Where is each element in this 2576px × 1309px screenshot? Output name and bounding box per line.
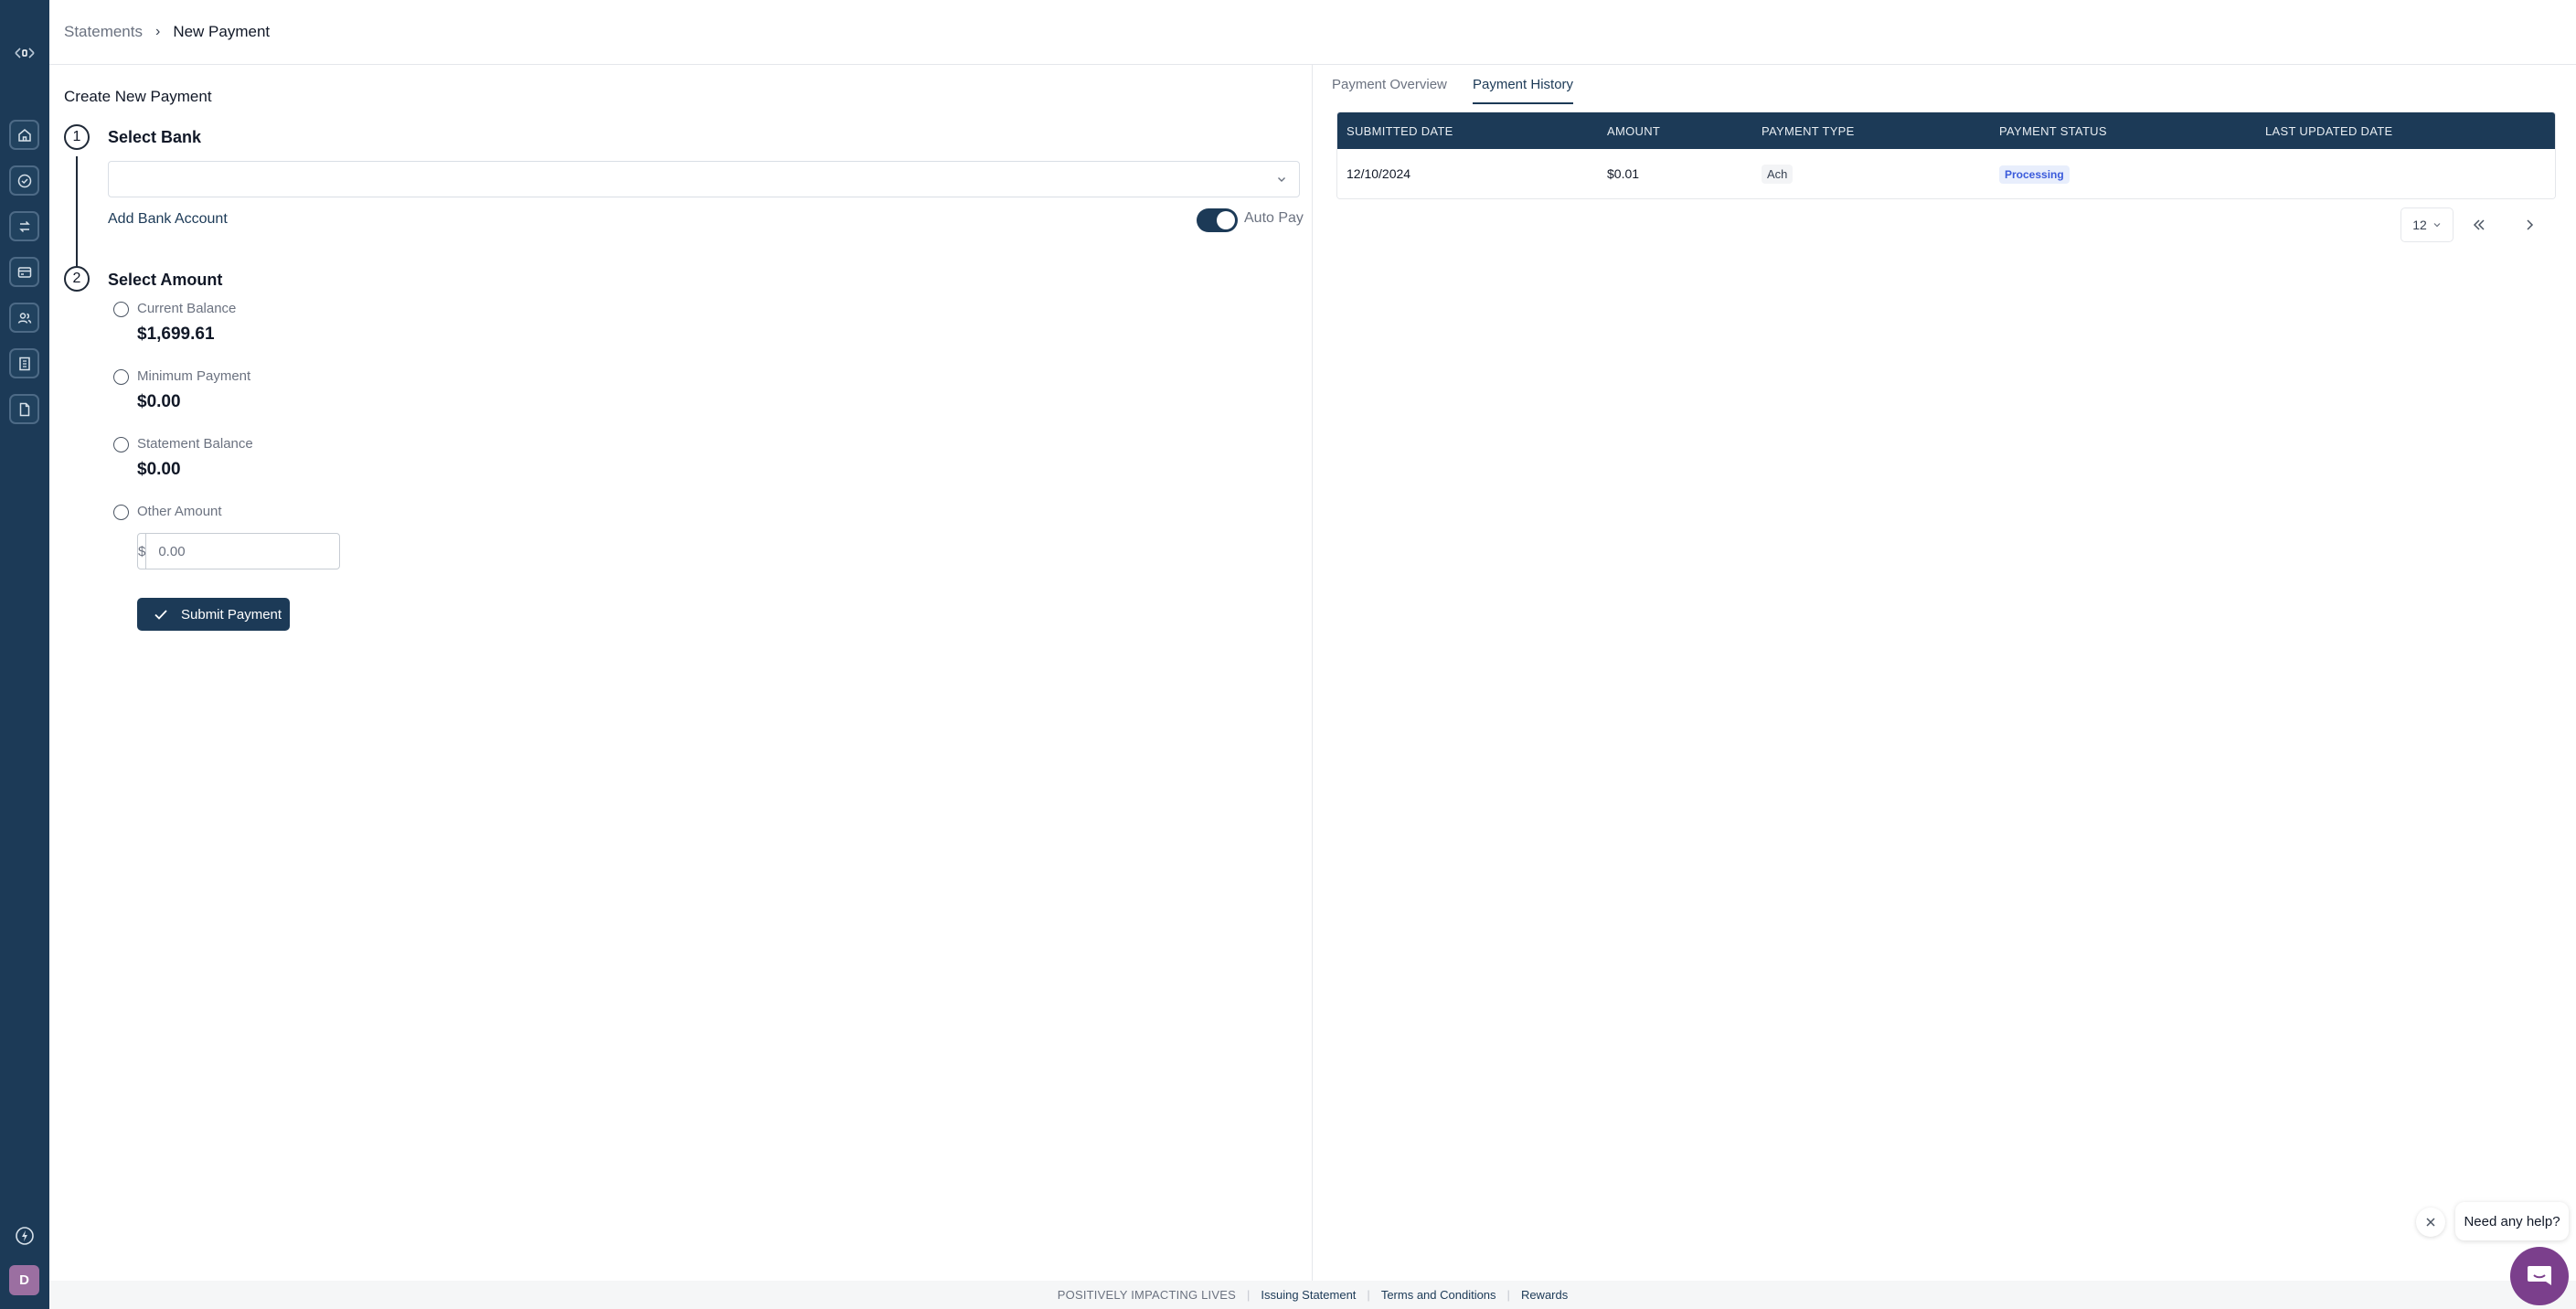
avatar[interactable]: D	[9, 1265, 39, 1295]
close-icon[interactable]	[2416, 1208, 2445, 1237]
payment-type-badge: Ach	[1762, 165, 1794, 184]
add-bank-account-link[interactable]: Add Bank Account	[108, 211, 228, 228]
chat-icon	[2528, 1266, 2551, 1285]
card-icon[interactable]	[9, 257, 39, 287]
building-icon[interactable]	[9, 348, 39, 378]
column-payment-status[interactable]: PAYMENT STATUS	[1999, 124, 2107, 138]
status-badge: Processing	[1999, 165, 2070, 184]
footer-link-issuing-statement[interactable]: Issuing Statement	[1261, 1288, 1356, 1302]
page-size-select[interactable]: 12	[2400, 208, 2454, 242]
other-amount-label: Other Amount	[137, 504, 222, 519]
column-submitted-date[interactable]: SUBMITTED DATE	[1347, 124, 1453, 138]
table-header: SUBMITTED DATE AMOUNT PAYMENT TYPE PAYME…	[1337, 112, 2555, 149]
current-balance-value: $1,699.61	[137, 325, 215, 344]
transfer-icon[interactable]	[9, 211, 39, 241]
auto-pay-label: Auto Pay	[1244, 210, 1304, 226]
page-title: Create New Payment	[64, 88, 212, 105]
users-icon[interactable]	[9, 303, 39, 333]
chevron-down-icon	[1278, 177, 1285, 182]
footer-tagline: POSITIVELY IMPACTING LIVES	[1057, 1288, 1236, 1302]
minimum-payment-value: $0.00	[137, 392, 181, 411]
home-icon[interactable]	[9, 120, 39, 150]
footer: POSITIVELY IMPACTING LIVES | Issuing Sta…	[49, 1281, 2576, 1309]
submit-payment-label: Submit Payment	[181, 606, 282, 623]
footer-link-terms[interactable]: Terms and Conditions	[1381, 1288, 1496, 1302]
tab-payment-overview[interactable]: Payment Overview	[1332, 77, 1447, 102]
logo-icon[interactable]	[12, 42, 37, 64]
chat-button[interactable]	[2510, 1247, 2569, 1305]
step-2-label: Select Amount	[108, 271, 223, 289]
table-row[interactable]: 12/10/2024 $0.01 Ach Processing	[1337, 149, 2555, 198]
check-circle-icon[interactable]	[9, 165, 39, 196]
stepper-line	[76, 156, 78, 270]
bank-select[interactable]	[108, 161, 1300, 197]
current-balance-label: Current Balance	[137, 301, 237, 316]
header: Statements › New Payment	[49, 0, 2576, 65]
payment-history-panel: Payment Overview Payment History SUBMITT…	[1314, 65, 2576, 1281]
tab-payment-history[interactable]: Payment History	[1473, 77, 1574, 104]
other-amount-radio[interactable]	[113, 505, 129, 520]
tab-bar: Payment Overview Payment History	[1314, 65, 2576, 104]
toggle-knob	[1217, 211, 1235, 229]
statement-balance-radio[interactable]	[113, 437, 129, 452]
sidebar: D	[0, 0, 49, 1309]
first-page-icon[interactable]	[2469, 215, 2489, 235]
step-1-label: Select Bank	[108, 128, 202, 146]
minimum-payment-label: Minimum Payment	[137, 368, 251, 384]
check-icon	[154, 610, 167, 620]
column-amount[interactable]: AMOUNT	[1607, 124, 1660, 138]
cell-amount: $0.01	[1607, 166, 1640, 181]
footer-divider: |	[1246, 1288, 1251, 1302]
footer-divider: |	[1367, 1288, 1370, 1302]
breadcrumb: Statements › New Payment	[64, 23, 270, 41]
breadcrumb-current: New Payment	[173, 23, 271, 40]
column-payment-type[interactable]: PAYMENT TYPE	[1762, 124, 1855, 138]
current-balance-radio[interactable]	[113, 302, 129, 317]
help-bubble[interactable]: Need any help?	[2455, 1202, 2569, 1240]
footer-link-rewards[interactable]: Rewards	[1521, 1288, 1568, 1302]
next-page-icon[interactable]	[2519, 215, 2539, 235]
column-last-updated-date[interactable]: LAST UPDATED DATE	[2265, 124, 2392, 138]
document-icon[interactable]	[9, 394, 39, 424]
footer-divider: |	[1506, 1288, 1510, 1302]
page-size-value: 12	[2412, 218, 2427, 232]
create-payment-panel: Create New Payment 1 Select Bank Add Ban…	[49, 65, 1313, 1281]
help-circle-icon[interactable]	[10, 1221, 38, 1250]
statement-balance-label: Statement Balance	[137, 436, 253, 452]
other-amount-field: $	[137, 533, 341, 569]
chevron-down-icon	[2433, 223, 2441, 228]
cell-submitted-date: 12/10/2024	[1347, 166, 1411, 181]
submit-payment-button[interactable]: Submit Payment	[137, 598, 290, 631]
other-amount-input[interactable]	[146, 534, 341, 569]
currency-prefix: $	[138, 534, 147, 569]
step-1-indicator: 1	[64, 124, 90, 150]
minimum-payment-radio[interactable]	[113, 369, 129, 385]
step-2-indicator: 2	[64, 266, 90, 292]
auto-pay-toggle[interactable]	[1197, 208, 1238, 232]
chevron-right-icon: ›	[155, 24, 161, 39]
statement-balance-value: $0.00	[137, 460, 181, 479]
payment-history-table: SUBMITTED DATE AMOUNT PAYMENT TYPE PAYME…	[1336, 112, 2556, 199]
breadcrumb-statements-link[interactable]: Statements	[64, 23, 143, 41]
